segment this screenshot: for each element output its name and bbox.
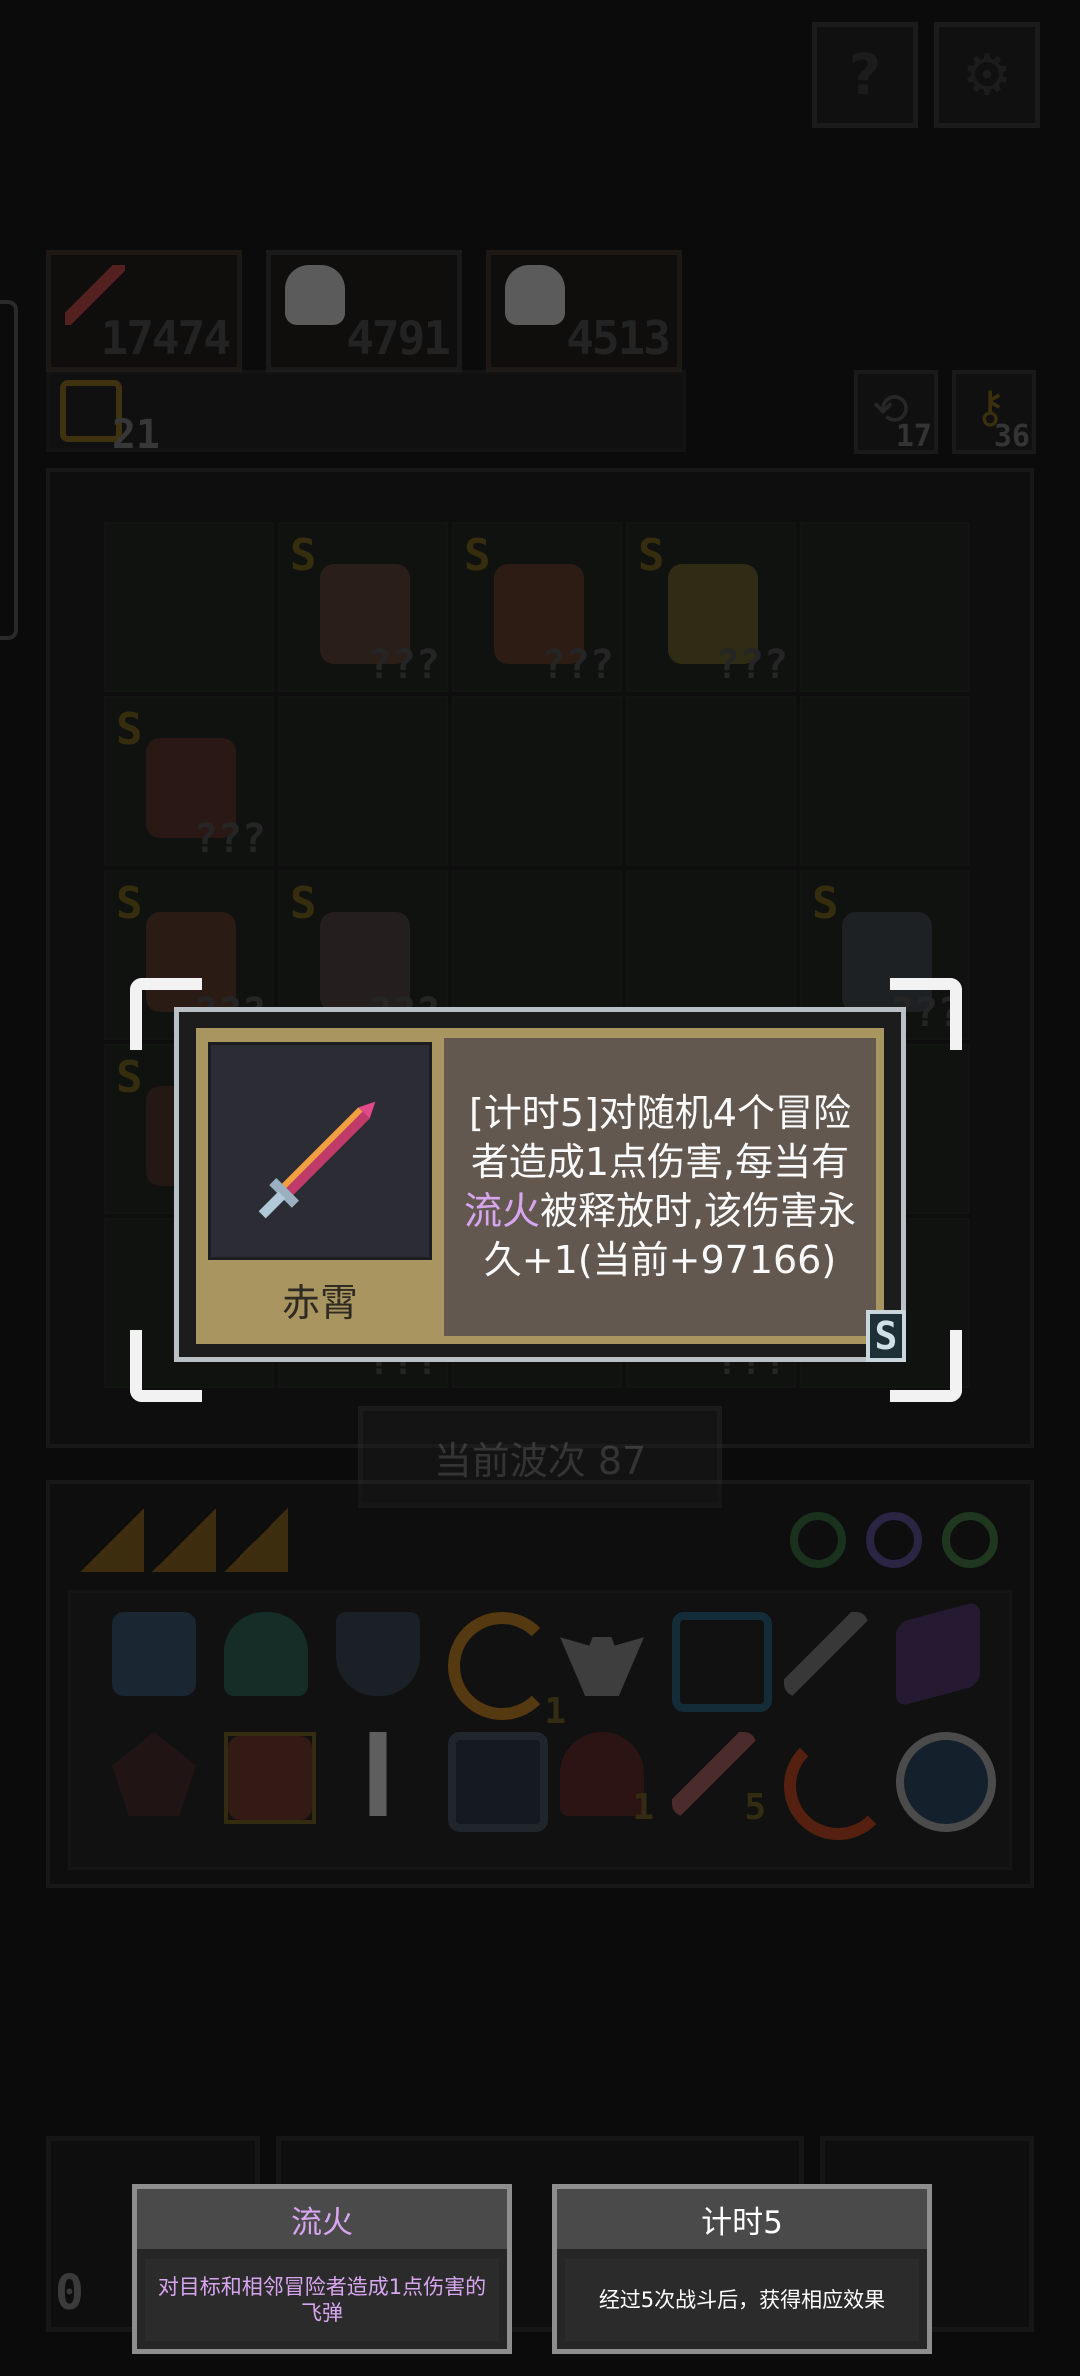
tooltip-description: [计时5]对随机4个冒险者造成1点伤害,每当有流火被释放时,该伤害永久+1(当前… bbox=[444, 1038, 876, 1336]
item-count: 1 bbox=[632, 1787, 654, 1828]
board-cell[interactable]: S??? bbox=[278, 522, 448, 692]
unknown-hp: ??? bbox=[367, 642, 440, 688]
dagger-icon bbox=[784, 1612, 868, 1696]
rarity-badge: S bbox=[866, 1310, 906, 1362]
fox-tail-icon bbox=[784, 1732, 892, 1840]
board-cell[interactable] bbox=[626, 696, 796, 866]
candle-icon bbox=[336, 1732, 420, 1816]
crescent-icon bbox=[448, 1612, 556, 1720]
item-count: 5 bbox=[744, 1787, 766, 1828]
rabbit-icon bbox=[228, 1736, 312, 1820]
mirror-icon bbox=[448, 1732, 548, 1832]
rank-badge: S bbox=[116, 878, 143, 929]
crimson-sword-icon bbox=[258, 1101, 376, 1219]
item-count: 1 bbox=[544, 1691, 566, 1732]
item-slot[interactable] bbox=[224, 1612, 308, 1696]
rank-badge: S bbox=[116, 704, 143, 755]
help-icon: ? bbox=[848, 42, 882, 108]
item-slot[interactable] bbox=[784, 1612, 868, 1696]
board-cell[interactable] bbox=[452, 696, 622, 866]
skull-icon bbox=[505, 265, 565, 325]
board-cell[interactable] bbox=[104, 522, 274, 692]
item-slot[interactable] bbox=[112, 1612, 196, 1696]
board-cell[interactable] bbox=[278, 696, 448, 866]
crystal-icon bbox=[560, 1612, 644, 1696]
boss-kill-stat: 4513 bbox=[486, 250, 682, 372]
bottom-left-count: 0 bbox=[55, 2265, 84, 2321]
desc-keyword-liuhuo[interactable]: 流火 bbox=[464, 1189, 540, 1233]
unknown-hp: ??? bbox=[193, 816, 266, 862]
skull-icon bbox=[285, 265, 345, 325]
coin-counter: 21 bbox=[50, 372, 160, 458]
attack-stat: 17474 bbox=[46, 250, 242, 372]
kill-value: 4791 bbox=[346, 311, 451, 365]
unknown-hp: ??? bbox=[715, 642, 788, 688]
keyword-card-body: 经过5次战斗后，获得相应效果 bbox=[565, 2259, 919, 2341]
rank-badge: S bbox=[638, 530, 665, 581]
item-slot[interactable] bbox=[784, 1732, 892, 1840]
relic-triangle-icon bbox=[152, 1508, 216, 1572]
gate-icon bbox=[672, 1612, 772, 1712]
relic-slots bbox=[80, 1508, 300, 1580]
item-slot[interactable] bbox=[112, 1732, 196, 1816]
gold-orb-icon bbox=[942, 1512, 998, 1568]
settings-button[interactable]: ⚙ bbox=[934, 22, 1040, 128]
keyword-card-title: 流火 bbox=[137, 2189, 507, 2249]
reroll-button[interactable]: ⟲ 17 bbox=[854, 370, 938, 454]
item-slot[interactable] bbox=[224, 1732, 316, 1824]
keyword-card-liuhuo: 流火 对目标和相邻冒险者造成1点伤害的飞弹 bbox=[132, 2184, 512, 2354]
relic-triangle-icon bbox=[80, 1508, 144, 1572]
tooltip-item-name: 赤霄 bbox=[281, 1280, 358, 1325]
item-slot[interactable] bbox=[336, 1732, 420, 1816]
eye-icon bbox=[896, 1732, 996, 1832]
helmet-icon bbox=[224, 1612, 308, 1696]
item-slot[interactable] bbox=[672, 1612, 772, 1712]
rank-badge: S bbox=[290, 530, 317, 581]
item-slot[interactable]: 1 bbox=[560, 1732, 654, 1828]
item-slot[interactable] bbox=[448, 1732, 548, 1832]
rank-badge: S bbox=[812, 878, 839, 929]
rank-badge: S bbox=[464, 530, 491, 581]
item-slot[interactable]: 5 bbox=[672, 1732, 766, 1828]
book-icon bbox=[896, 1600, 980, 1708]
tooltip-item-image bbox=[208, 1042, 432, 1260]
key-count: 36 bbox=[993, 419, 1030, 454]
side-drawer-handle[interactable] bbox=[0, 300, 18, 640]
item-slot[interactable]: 1 bbox=[448, 1612, 566, 1732]
key-button[interactable]: ⚷ 36 bbox=[952, 370, 1036, 454]
item-slot[interactable] bbox=[560, 1612, 644, 1696]
rank-badge: S bbox=[116, 1052, 143, 1103]
keyword-card-timer: 计时5 经过5次战斗后，获得相应效果 bbox=[552, 2184, 932, 2354]
orb-slots bbox=[780, 1508, 1020, 1580]
help-button[interactable]: ? bbox=[812, 22, 918, 128]
wave-orb-icon bbox=[112, 1612, 196, 1696]
kill-stat: 4791 bbox=[266, 250, 462, 372]
board-cell[interactable] bbox=[800, 696, 970, 866]
item-slot[interactable] bbox=[896, 1732, 996, 1832]
board-cell[interactable] bbox=[800, 522, 970, 692]
green-orb-icon bbox=[790, 1512, 846, 1568]
desc-text: 被释放时,该伤害永久+1(当前+97166) bbox=[483, 1189, 857, 1282]
board-cell[interactable]: S??? bbox=[452, 522, 622, 692]
board-cell[interactable]: S??? bbox=[104, 696, 274, 866]
demon-icon bbox=[112, 1732, 196, 1816]
purple-orb-icon bbox=[866, 1512, 922, 1568]
item-slot[interactable] bbox=[896, 1600, 980, 1708]
item-slot[interactable] bbox=[336, 1612, 420, 1696]
board-cell[interactable]: S??? bbox=[626, 522, 796, 692]
reroll-count: 17 bbox=[895, 419, 932, 454]
rank-badge: S bbox=[290, 878, 317, 929]
keyword-card-body: 对目标和相邻冒险者造成1点伤害的飞弹 bbox=[145, 2259, 499, 2341]
desc-text: [计时5]对随机4个冒险者造成1点伤害,每当有 bbox=[468, 1091, 851, 1184]
relic-triangle-icon bbox=[224, 1508, 288, 1572]
gear-icon: ⚙ bbox=[961, 42, 1013, 108]
keyword-card-title: 计时5 bbox=[557, 2189, 927, 2249]
shield-icon bbox=[336, 1612, 420, 1696]
coin-count: 21 bbox=[111, 412, 160, 458]
boss-kill-value: 4513 bbox=[566, 311, 671, 365]
unknown-hp: ??? bbox=[541, 642, 614, 688]
sword-icon bbox=[65, 265, 125, 325]
